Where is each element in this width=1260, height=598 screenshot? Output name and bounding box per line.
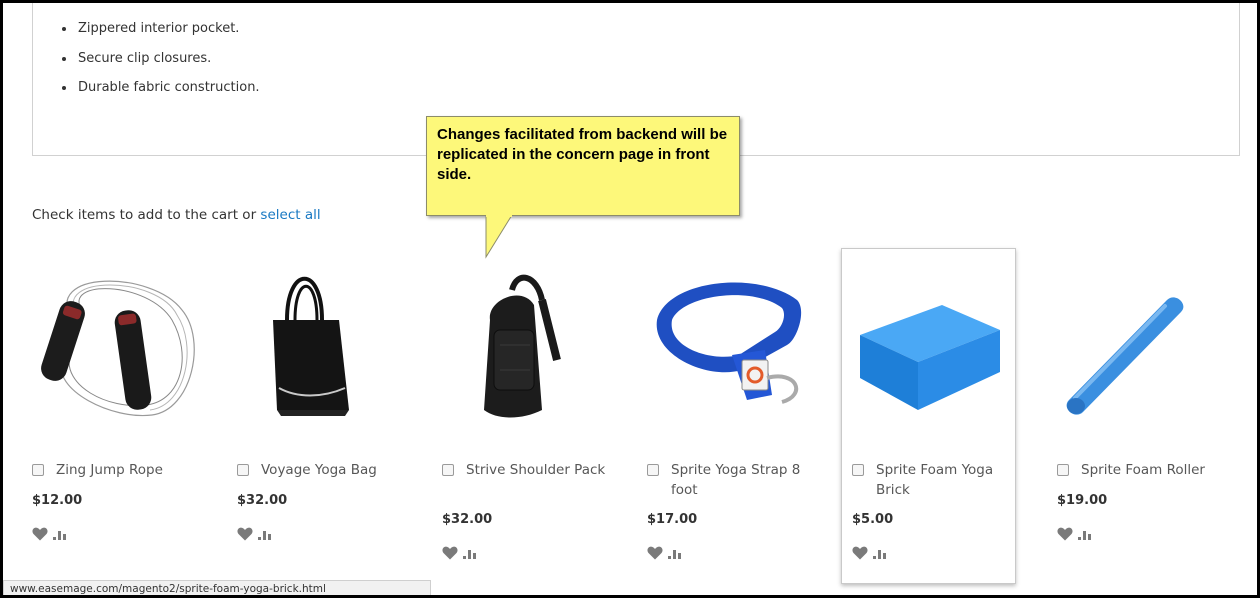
compare-icon[interactable] bbox=[462, 545, 478, 564]
product-price: $5.00 bbox=[852, 512, 894, 527]
callout-text: Changes facilitated from backend will be… bbox=[437, 126, 728, 183]
product-name-row: Sprite Foam Yoga Brick bbox=[852, 460, 1026, 500]
product-actions bbox=[1057, 526, 1093, 545]
product-name-row: Sprite Foam Roller bbox=[1057, 460, 1231, 480]
product-image[interactable] bbox=[852, 260, 1042, 430]
related-intro-text: Check items to add to the cart or bbox=[32, 207, 261, 223]
product-actions bbox=[32, 526, 68, 545]
annotation-callout: Changes facilitated from backend will be… bbox=[426, 116, 740, 216]
feature-item: Durable fabric construction. bbox=[62, 73, 260, 103]
product-name[interactable]: Sprite Foam Yoga Brick bbox=[876, 460, 1026, 500]
add-to-cart-checkbox[interactable] bbox=[32, 464, 44, 476]
callout-tail bbox=[485, 215, 513, 259]
feature-list: Zippered interior pocket. Secure clip cl… bbox=[62, 14, 260, 103]
product-price: $32.00 bbox=[237, 493, 288, 508]
select-all-link[interactable]: select all bbox=[260, 207, 320, 223]
heart-icon[interactable] bbox=[1057, 526, 1073, 545]
feature-item: Secure clip closures. bbox=[62, 44, 260, 74]
product-actions bbox=[852, 545, 888, 564]
add-to-cart-checkbox[interactable] bbox=[647, 464, 659, 476]
product-name-row: Strive Shoulder Pack bbox=[442, 460, 616, 480]
compare-icon[interactable] bbox=[872, 545, 888, 564]
product-image[interactable] bbox=[647, 260, 837, 430]
product-name[interactable]: Zing Jump Rope bbox=[56, 460, 206, 480]
product-name[interactable]: Sprite Foam Roller bbox=[1081, 460, 1231, 480]
related-intro: Check items to add to the cart or select… bbox=[32, 207, 321, 223]
heart-icon[interactable] bbox=[442, 545, 458, 564]
product-image[interactable] bbox=[1057, 260, 1247, 430]
product-name-row: Sprite Yoga Strap 8 foot bbox=[647, 460, 821, 500]
product-actions bbox=[647, 545, 683, 564]
add-to-cart-checkbox[interactable] bbox=[1057, 464, 1069, 476]
product-name-row: Voyage Yoga Bag bbox=[237, 460, 411, 480]
product-actions bbox=[237, 526, 273, 545]
compare-icon[interactable] bbox=[1077, 526, 1093, 545]
heart-icon[interactable] bbox=[32, 526, 48, 545]
compare-icon[interactable] bbox=[257, 526, 273, 545]
product-actions bbox=[442, 545, 478, 564]
add-to-cart-checkbox[interactable] bbox=[237, 464, 249, 476]
heart-icon[interactable] bbox=[852, 545, 868, 564]
product-price: $19.00 bbox=[1057, 493, 1108, 508]
add-to-cart-checkbox[interactable] bbox=[852, 464, 864, 476]
product-price: $12.00 bbox=[32, 493, 83, 508]
product-image[interactable] bbox=[32, 260, 222, 430]
feature-item: Zippered interior pocket. bbox=[62, 14, 260, 44]
product-name[interactable]: Voyage Yoga Bag bbox=[261, 460, 411, 480]
compare-icon[interactable] bbox=[667, 545, 683, 564]
product-price: $32.00 bbox=[442, 512, 493, 527]
heart-icon[interactable] bbox=[237, 526, 253, 545]
product-name[interactable]: Sprite Yoga Strap 8 foot bbox=[671, 460, 821, 500]
product-name[interactable]: Strive Shoulder Pack bbox=[466, 460, 616, 480]
add-to-cart-checkbox[interactable] bbox=[442, 464, 454, 476]
browser-status-bar: www.easemage.com/magento2/sprite-foam-yo… bbox=[3, 580, 431, 598]
product-image[interactable] bbox=[237, 260, 427, 430]
product-price: $17.00 bbox=[647, 512, 698, 527]
product-name-row: Zing Jump Rope bbox=[32, 460, 206, 480]
product-image[interactable] bbox=[442, 260, 632, 430]
status-url: www.easemage.com/magento2/sprite-foam-yo… bbox=[10, 583, 326, 595]
heart-icon[interactable] bbox=[647, 545, 663, 564]
compare-icon[interactable] bbox=[52, 526, 68, 545]
